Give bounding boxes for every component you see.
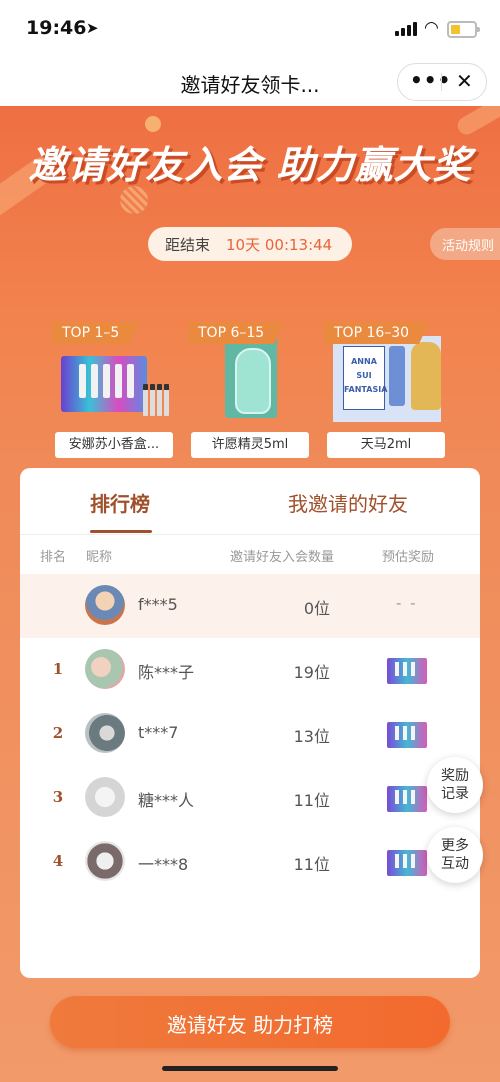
rewards-record-line1: 奖励 xyxy=(441,768,469,784)
nickname: 糖***人 xyxy=(138,791,195,810)
leaderboard-panel: 排行榜 我邀请的好友 排名 昵称 邀请好友入会数量 预估奖励 f***5 0位 … xyxy=(20,468,480,978)
more-interaction-button[interactable]: 更多 互动 xyxy=(427,827,483,883)
prize-name: 天马2ml xyxy=(327,432,445,458)
signal-icon xyxy=(395,22,417,36)
prize-tier-tag: TOP 16–30 xyxy=(324,322,430,344)
mini-program-capsule: ••• ✕ xyxy=(397,63,487,101)
rank-number: 3 xyxy=(52,788,64,806)
battery-icon xyxy=(447,21,480,38)
location-icon: ➤ xyxy=(86,19,99,37)
nav-bar: 邀请好友领卡... ••• ✕ xyxy=(0,58,500,106)
reward-thumbnail xyxy=(387,850,427,876)
brand-text: ANNA SUI FANTASIA xyxy=(344,357,388,394)
invite-count: 11位 xyxy=(293,791,330,810)
home-indicator xyxy=(162,1066,338,1071)
campaign-headline: 邀请好友入会 助力赢大奖 xyxy=(28,143,472,187)
table-row: 3 糖***人 11位 xyxy=(20,766,480,830)
invite-count: 19位 xyxy=(293,663,330,682)
countdown-label: 距结束 xyxy=(165,236,211,254)
wifi-icon: ◠ xyxy=(424,18,439,38)
tab-my-invites[interactable]: 我邀请的好友 xyxy=(288,488,408,517)
nickname: f***5 xyxy=(138,595,178,614)
rules-label: 活动规则 xyxy=(442,239,495,254)
decoration xyxy=(145,116,161,132)
rank-number: 1 xyxy=(52,660,64,678)
brand-panel: ANNA SUI FANTASIA xyxy=(343,346,388,410)
table-row: 1 陈***子 19位 xyxy=(20,638,480,702)
banner: 邀请好友入会 助力赢大奖 距结束 10天 00:13:44 活动规则 TOP 1… xyxy=(0,106,500,466)
avatar xyxy=(85,777,125,817)
active-tab-indicator xyxy=(90,530,152,533)
decoration xyxy=(120,186,148,214)
prize-tier-tag: TOP 6–15 xyxy=(188,322,285,344)
avatar xyxy=(85,649,125,689)
rewards-record-line2: 记录 xyxy=(441,786,469,802)
invite-count: 13位 xyxy=(293,727,330,746)
reward-thumbnail xyxy=(387,658,427,684)
vials-image xyxy=(143,384,173,416)
status-time: 19:46 xyxy=(26,17,87,39)
sample-vial-image xyxy=(389,346,405,406)
prize-card-top6[interactable]: TOP 6–15 许愿精灵5ml xyxy=(188,318,309,458)
rules-button[interactable]: 活动规则 xyxy=(430,228,500,260)
more-icon[interactable]: ••• xyxy=(410,68,451,92)
reward-placeholder: - - xyxy=(396,594,418,612)
reward-thumbnail xyxy=(387,786,427,812)
tab-leaderboard[interactable]: 排行榜 xyxy=(90,488,150,517)
nickname: t***7 xyxy=(138,723,179,742)
invite-friends-button[interactable]: 邀请好友 助力打榜 xyxy=(50,996,450,1048)
column-header-count: 邀请好友入会数量 xyxy=(230,550,335,565)
close-icon[interactable]: ✕ xyxy=(456,69,473,93)
avatar xyxy=(85,585,125,625)
invite-friends-label: 邀请好友 助力打榜 xyxy=(166,1013,334,1037)
rank-number: 4 xyxy=(52,852,64,870)
tab-bar: 排行榜 我邀请的好友 xyxy=(20,468,480,535)
gift-box-image xyxy=(61,356,147,412)
more-interaction-line1: 更多 xyxy=(441,838,469,854)
capsule-divider xyxy=(441,73,442,91)
nickname: 陈***子 xyxy=(138,663,195,682)
prize-tier-tag: TOP 1–5 xyxy=(52,322,140,344)
invite-count: 0位 xyxy=(303,599,330,618)
column-header-reward: 预估奖励 xyxy=(382,550,435,565)
prize-name: 许愿精灵5ml xyxy=(191,432,309,458)
table-row: 2 t***7 13位 xyxy=(20,702,480,766)
perfume-bottle-image xyxy=(235,348,271,414)
avatar xyxy=(85,713,125,753)
prize-card-top1[interactable]: TOP 1–5 安娜苏小香盒... xyxy=(52,318,173,458)
pegasus-bottle-image xyxy=(411,342,441,410)
prize-name: 安娜苏小香盒... xyxy=(55,432,173,458)
avatar xyxy=(85,841,125,881)
status-bar: 19:46 ➤ ◠ xyxy=(0,0,500,58)
prize-card-top16[interactable]: ANNA SUI FANTASIA TOP 16–30 天马2ml xyxy=(324,318,445,458)
invite-count: 11位 xyxy=(293,855,330,874)
column-header-rank: 排名 xyxy=(40,550,67,565)
table-row: 4 一***8 11位 xyxy=(20,830,480,894)
countdown-pill: 距结束 10天 00:13:44 xyxy=(148,227,352,261)
rewards-record-button[interactable]: 奖励 记录 xyxy=(427,757,483,813)
more-interaction-line2: 互动 xyxy=(441,856,469,872)
rank-number: 2 xyxy=(52,724,64,742)
sample-card-image: ANNA SUI FANTASIA xyxy=(333,336,441,422)
reward-thumbnail xyxy=(387,722,427,748)
my-rank-row: f***5 0位 - - xyxy=(20,574,480,638)
nickname: 一***8 xyxy=(138,855,189,874)
countdown-value: 10天 00:13:44 xyxy=(226,236,333,254)
column-header-nickname: 昵称 xyxy=(86,550,113,565)
